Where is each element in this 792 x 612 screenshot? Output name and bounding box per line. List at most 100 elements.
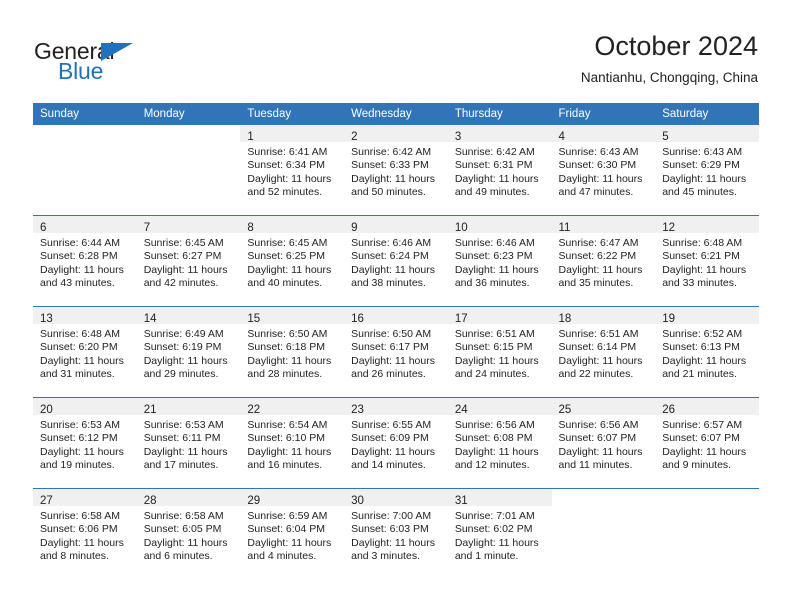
calendar-week-row: 1 Sunrise: 6:41 AM Sunset: 6:34 PM Daylight… (33, 125, 759, 216)
day-cell-inner: 7 Sunrise: 6:45 AM Sunset: 6:27 PM Daylight… (136, 216, 241, 306)
day-number: 14 (143, 313, 157, 325)
day-cell-inner: 13 Sunrise: 6:48 AM Sunset: 6:20 PM Dayligh… (33, 307, 137, 397)
sunrise-text: Sunrise: 6:47 AM (558, 237, 639, 249)
calendar-day-cell[interactable]: 10 Sunrise: 6:46 AM Sunset: 6:23 PM Dayligh… (447, 215, 552, 307)
calendar-day-cell[interactable]: 6 Sunrise: 6:44 AM Sunset: 6:28 PM Daylight… (33, 215, 137, 307)
logo-text-blue: Blue (58, 58, 104, 84)
day-number-band: 4 (551, 125, 656, 143)
daylight-text-line1: Daylight: 11 hours (662, 263, 747, 276)
day-details: Sunrise: 6:44 AM Sunset: 6:28 PM Daylight:… (33, 233, 137, 291)
daylight-text-line2: and 17 minutes. (143, 459, 219, 472)
calendar-day-cell[interactable]: 20 Sunrise: 6:53 AM Sunset: 6:12 PM Dayligh… (33, 397, 137, 489)
daylight-text-line2: and 12 minutes. (454, 459, 530, 472)
day-number-band: 21 (136, 398, 241, 416)
calendar-day-cell[interactable]: 26 Sunrise: 6:57 AM Sunset: 6:07 PM Dayligh… (655, 397, 759, 489)
calendar-day-cell[interactable]: 19 Sunrise: 6:52 AM Sunset: 6:13 PM Dayligh… (655, 306, 759, 398)
daylight-text-line2: and 50 minutes. (351, 186, 426, 199)
general-blue-logo: General Blue (34, 38, 234, 86)
sunrise-text: Sunrise: 6:54 AM (247, 419, 328, 431)
sunrise-text: Sunrise: 6:50 AM (247, 328, 328, 340)
sunrise-text: Sunrise: 6:53 AM (143, 419, 224, 431)
day-number-band (33, 125, 137, 142)
day-cell-inner: 19 Sunrise: 6:52 AM Sunset: 6:13 PM Dayligh… (655, 307, 759, 397)
day-number-band: 15 (240, 307, 345, 325)
calendar-page: General Blue October 2024 Nantianhu, Cho… (0, 0, 792, 612)
daylight-text-line1: Daylight: 11 hours (247, 263, 332, 276)
calendar-day-cell[interactable]: 11 Sunrise: 6:47 AM Sunset: 6:22 PM Dayligh… (551, 215, 656, 307)
sunset-text: Sunset: 6:24 PM (351, 250, 429, 263)
day-number: 12 (662, 222, 676, 234)
day-cell-inner (33, 125, 137, 215)
page-header: General Blue October 2024 Nantianhu, Cho… (0, 0, 792, 98)
calendar-day-cell[interactable]: 7 Sunrise: 6:45 AM Sunset: 6:27 PM Daylight… (136, 215, 241, 307)
day-details: Sunrise: 6:59 AM Sunset: 6:04 PM Daylight:… (240, 506, 344, 564)
calendar-day-cell[interactable]: 23 Sunrise: 6:55 AM Sunset: 6:09 PM Dayligh… (344, 397, 448, 489)
sunset-text: Sunset: 6:02 PM (454, 523, 533, 536)
calendar-day-cell[interactable]: 14 Sunrise: 6:49 AM Sunset: 6:19 PM Dayligh… (136, 306, 241, 398)
sunrise-text: Sunrise: 6:48 AM (662, 237, 743, 249)
day-cell-inner: 15 Sunrise: 6:50 AM Sunset: 6:18 PM Dayligh… (240, 307, 345, 397)
calendar-day-cell[interactable]: 21 Sunrise: 6:53 AM Sunset: 6:11 PM Dayligh… (136, 397, 241, 489)
daylight-text-line1: Daylight: 11 hours (454, 172, 539, 185)
calendar-day-cell[interactable]: 4 Sunrise: 6:43 AM Sunset: 6:30 PM Daylight… (551, 125, 656, 216)
day-cell-inner: 26 Sunrise: 6:57 AM Sunset: 6:07 PM Dayligh… (655, 398, 759, 488)
calendar-day-cell[interactable]: 24 Sunrise: 6:56 AM Sunset: 6:08 PM Dayligh… (447, 397, 552, 489)
sunset-text: Sunset: 6:17 PM (351, 341, 429, 354)
day-details: Sunrise: 6:55 AM Sunset: 6:09 PM Daylight:… (344, 415, 448, 473)
calendar-day-cell[interactable]: 15 Sunrise: 6:50 AM Sunset: 6:18 PM Dayligh… (240, 306, 345, 398)
day-cell-inner: 29 Sunrise: 6:59 AM Sunset: 6:04 PM Dayligh… (240, 489, 345, 579)
sunset-text: Sunset: 6:21 PM (662, 250, 740, 263)
calendar-day-cell[interactable]: 27 Sunrise: 6:58 AM Sunset: 6:06 PM Dayligh… (33, 488, 137, 579)
calendar-day-cell[interactable]: 16 Sunrise: 6:50 AM Sunset: 6:17 PM Dayligh… (344, 306, 448, 398)
sunrise-text: Sunrise: 6:52 AM (662, 328, 743, 340)
calendar-day-cell[interactable]: 30 Sunrise: 7:00 AM Sunset: 6:03 PM Dayligh… (344, 488, 448, 579)
day-number-band: 1 (240, 125, 345, 143)
weekday-header-friday: Friday (551, 103, 656, 125)
sunset-text: Sunset: 6:07 PM (558, 432, 637, 445)
day-details: Sunrise: 7:01 AM Sunset: 6:02 PM Daylight:… (448, 506, 552, 564)
calendar-day-cell[interactable]: 18 Sunrise: 6:51 AM Sunset: 6:14 PM Dayligh… (551, 306, 656, 398)
daylight-text-line1: Daylight: 11 hours (454, 445, 539, 458)
calendar-day-cell[interactable]: 25 Sunrise: 6:56 AM Sunset: 6:07 PM Dayligh… (551, 397, 656, 489)
day-details: Sunrise: 6:56 AM Sunset: 6:07 PM Daylight:… (552, 415, 656, 473)
calendar-header-row: Sunday Monday Tuesday Wednesday Thursday… (33, 103, 759, 125)
sunset-text: Sunset: 6:13 PM (662, 341, 740, 354)
calendar-day-cell[interactable]: 28 Sunrise: 6:58 AM Sunset: 6:05 PM Dayligh… (136, 488, 241, 579)
daylight-text-line2: and 29 minutes. (143, 368, 219, 381)
day-details: Sunrise: 6:46 AM Sunset: 6:24 PM Daylight:… (344, 233, 448, 291)
calendar-day-cell[interactable]: 31 Sunrise: 7:01 AM Sunset: 6:02 PM Dayligh… (447, 488, 552, 579)
calendar-day-cell[interactable]: 22 Sunrise: 6:54 AM Sunset: 6:10 PM Dayligh… (240, 397, 345, 489)
calendar-day-cell[interactable]: 1 Sunrise: 6:41 AM Sunset: 6:34 PM Daylight… (240, 125, 345, 216)
calendar-day-cell[interactable]: 12 Sunrise: 6:48 AM Sunset: 6:21 PM Dayligh… (655, 215, 759, 307)
day-cell-inner: 24 Sunrise: 6:56 AM Sunset: 6:08 PM Dayligh… (447, 398, 552, 488)
day-details: Sunrise: 6:53 AM Sunset: 6:12 PM Daylight:… (33, 415, 137, 473)
calendar-day-cell[interactable]: 13 Sunrise: 6:48 AM Sunset: 6:20 PM Dayligh… (33, 306, 137, 398)
daylight-text-line2: and 19 minutes. (40, 459, 115, 472)
calendar-day-cell[interactable]: 5 Sunrise: 6:43 AM Sunset: 6:29 PM Daylight… (655, 125, 759, 216)
day-number: 28 (143, 495, 157, 507)
daylight-text-line1: Daylight: 11 hours (662, 445, 747, 458)
day-details: Sunrise: 6:46 AM Sunset: 6:23 PM Daylight:… (448, 233, 552, 291)
calendar-day-cell[interactable]: 9 Sunrise: 6:46 AM Sunset: 6:24 PM Daylight… (344, 215, 448, 307)
sunrise-text: Sunrise: 6:43 AM (558, 146, 639, 158)
calendar-day-cell[interactable]: 2 Sunrise: 6:42 AM Sunset: 6:33 PM Daylight… (344, 125, 448, 216)
sunrise-text: Sunrise: 6:49 AM (143, 328, 224, 340)
day-number: 1 (247, 131, 254, 143)
calendar-empty-cell (137, 125, 241, 216)
daylight-text-line1: Daylight: 11 hours (247, 354, 332, 367)
day-number-band (655, 489, 759, 506)
sunrise-text: Sunrise: 6:59 AM (247, 510, 328, 522)
day-cell-inner: 16 Sunrise: 6:50 AM Sunset: 6:17 PM Dayligh… (344, 307, 448, 397)
sunrise-text: Sunrise: 6:53 AM (40, 419, 120, 431)
day-cell-inner: 27 Sunrise: 6:58 AM Sunset: 6:06 PM Dayligh… (33, 489, 137, 579)
day-details: Sunrise: 6:49 AM Sunset: 6:19 PM Daylight:… (137, 324, 241, 382)
calendar-day-cell[interactable]: 8 Sunrise: 6:45 AM Sunset: 6:25 PM Daylight… (240, 215, 345, 307)
day-cell-inner: 17 Sunrise: 6:51 AM Sunset: 6:15 PM Dayligh… (447, 307, 552, 397)
day-cell-inner (655, 489, 759, 579)
daylight-text-line2: and 43 minutes. (40, 277, 115, 290)
day-number-band: 22 (240, 398, 345, 416)
calendar-day-cell[interactable]: 29 Sunrise: 6:59 AM Sunset: 6:04 PM Dayligh… (240, 488, 345, 579)
calendar-day-cell[interactable]: 3 Sunrise: 6:42 AM Sunset: 6:31 PM Daylight… (447, 125, 552, 216)
calendar-day-cell[interactable]: 17 Sunrise: 6:51 AM Sunset: 6:15 PM Dayligh… (447, 306, 552, 398)
sunset-text: Sunset: 6:29 PM (662, 159, 740, 172)
